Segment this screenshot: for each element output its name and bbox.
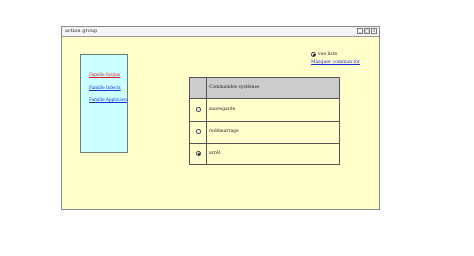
table-header-label: Commandes systèmes [209,85,260,90]
family-link-applicacn[interactable]: Famille Applicacn [89,97,127,102]
restart-radio[interactable] [196,129,201,134]
window-controls: _ □ × [357,28,377,34]
family-panel: Famille Syntax Famille Infectx Famille A… [80,54,128,153]
header-divider [206,78,207,98]
window-title: action group [65,28,98,34]
row-label: arrêt [209,151,221,156]
view-option-label: vue liste [318,52,338,57]
title-bar: action group _ □ × [62,27,379,37]
family-link-infectx[interactable]: Famille Infectx [89,85,121,90]
table-header: Commandes systèmes [190,78,339,99]
minimize-button[interactable]: _ [357,28,363,34]
shutdown-radio[interactable] [196,151,201,156]
family-link-syntax[interactable]: Famille Syntax [89,72,120,77]
save-radio[interactable] [196,107,201,112]
view-option[interactable]: vue liste [311,52,337,57]
row-label: sauvegarde [209,107,236,112]
system-commands-table: Commandes systèmes sauvegarde redémarrag… [189,77,340,165]
table-row-restart[interactable]: redémarrage [190,121,339,144]
app-window: action group _ □ × Famille Syntax Famill… [61,26,380,210]
view-radio[interactable] [311,52,316,57]
close-button[interactable]: × [371,28,377,34]
table-row-save[interactable]: sauvegarde [190,99,339,122]
table-row-shutdown[interactable]: arrêt [190,143,339,165]
row-label: redémarrage [209,129,239,134]
maximize-button[interactable]: □ [364,28,370,34]
mode-link[interactable]: Masquer commun for [311,60,360,65]
